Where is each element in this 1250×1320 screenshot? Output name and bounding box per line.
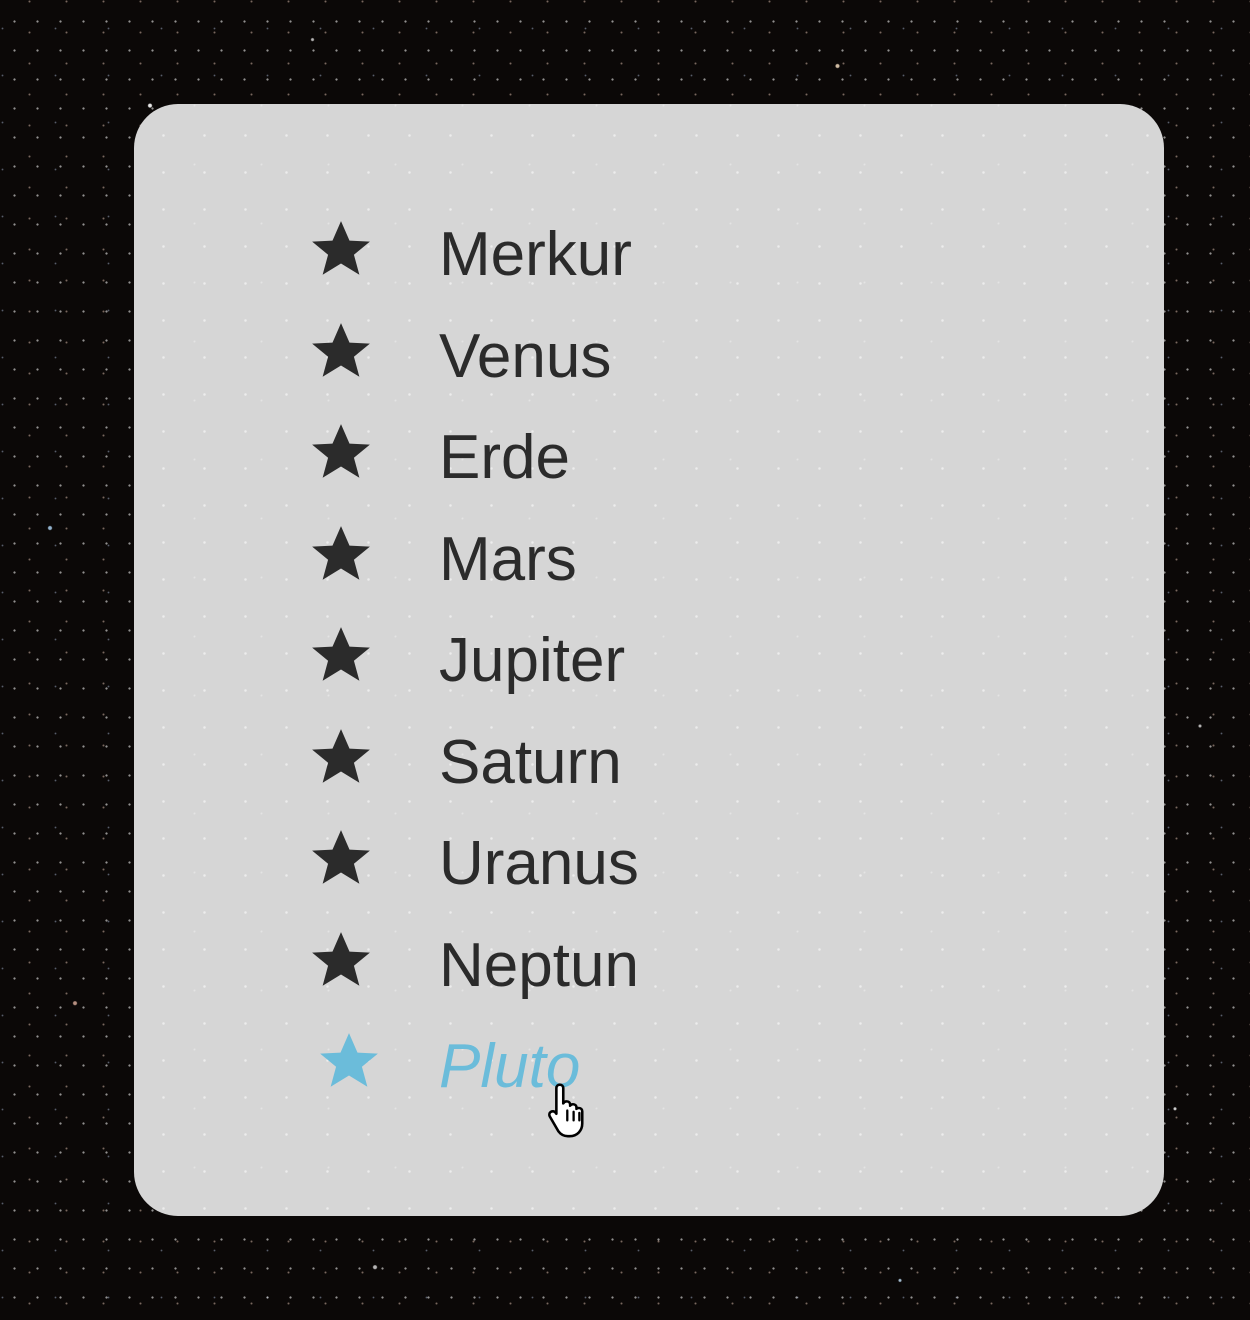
planet-label: Saturn bbox=[439, 727, 622, 797]
star-icon bbox=[308, 217, 374, 283]
star-icon bbox=[316, 1029, 382, 1095]
planet-label: Erde bbox=[439, 423, 570, 492]
planet-list-item-uranus[interactable]: Uranus bbox=[134, 814, 834, 916]
planet-list-item-erde[interactable]: Erde bbox=[134, 408, 834, 510]
star-icon bbox=[308, 319, 374, 385]
planet-list-item-pluto[interactable]: Pluto bbox=[134, 1017, 834, 1119]
planet-list-item-merkur[interactable]: Merkur bbox=[134, 205, 834, 307]
planet-list-item-jupiter[interactable]: Jupiter bbox=[134, 611, 834, 713]
planet-label: Neptun bbox=[439, 930, 639, 1000]
planet-list-item-mars[interactable]: Mars bbox=[134, 510, 834, 612]
planet-label: Mars bbox=[439, 524, 577, 594]
planet-list-item-neptun[interactable]: Neptun bbox=[134, 916, 834, 1018]
star-icon bbox=[308, 623, 374, 689]
planet-label: Jupiter bbox=[439, 626, 626, 695]
planet-label: Pluto bbox=[439, 1032, 581, 1101]
planet-list-card: Merkur Venus Erde Mars Jupiter Saturn Ur… bbox=[134, 104, 1164, 1216]
star-icon bbox=[308, 420, 374, 486]
star-icon bbox=[308, 522, 374, 588]
planet-list-item-saturn[interactable]: Saturn bbox=[134, 713, 834, 815]
planet-list: Merkur Venus Erde Mars Jupiter Saturn Ur… bbox=[134, 205, 834, 1119]
star-icon bbox=[308, 725, 374, 791]
planet-list-item-venus[interactable]: Venus bbox=[134, 307, 834, 409]
star-icon bbox=[308, 928, 374, 994]
planet-label: Venus bbox=[439, 321, 612, 391]
planet-label: Merkur bbox=[439, 220, 632, 289]
planet-label: Uranus bbox=[439, 829, 639, 898]
star-icon bbox=[308, 826, 374, 892]
